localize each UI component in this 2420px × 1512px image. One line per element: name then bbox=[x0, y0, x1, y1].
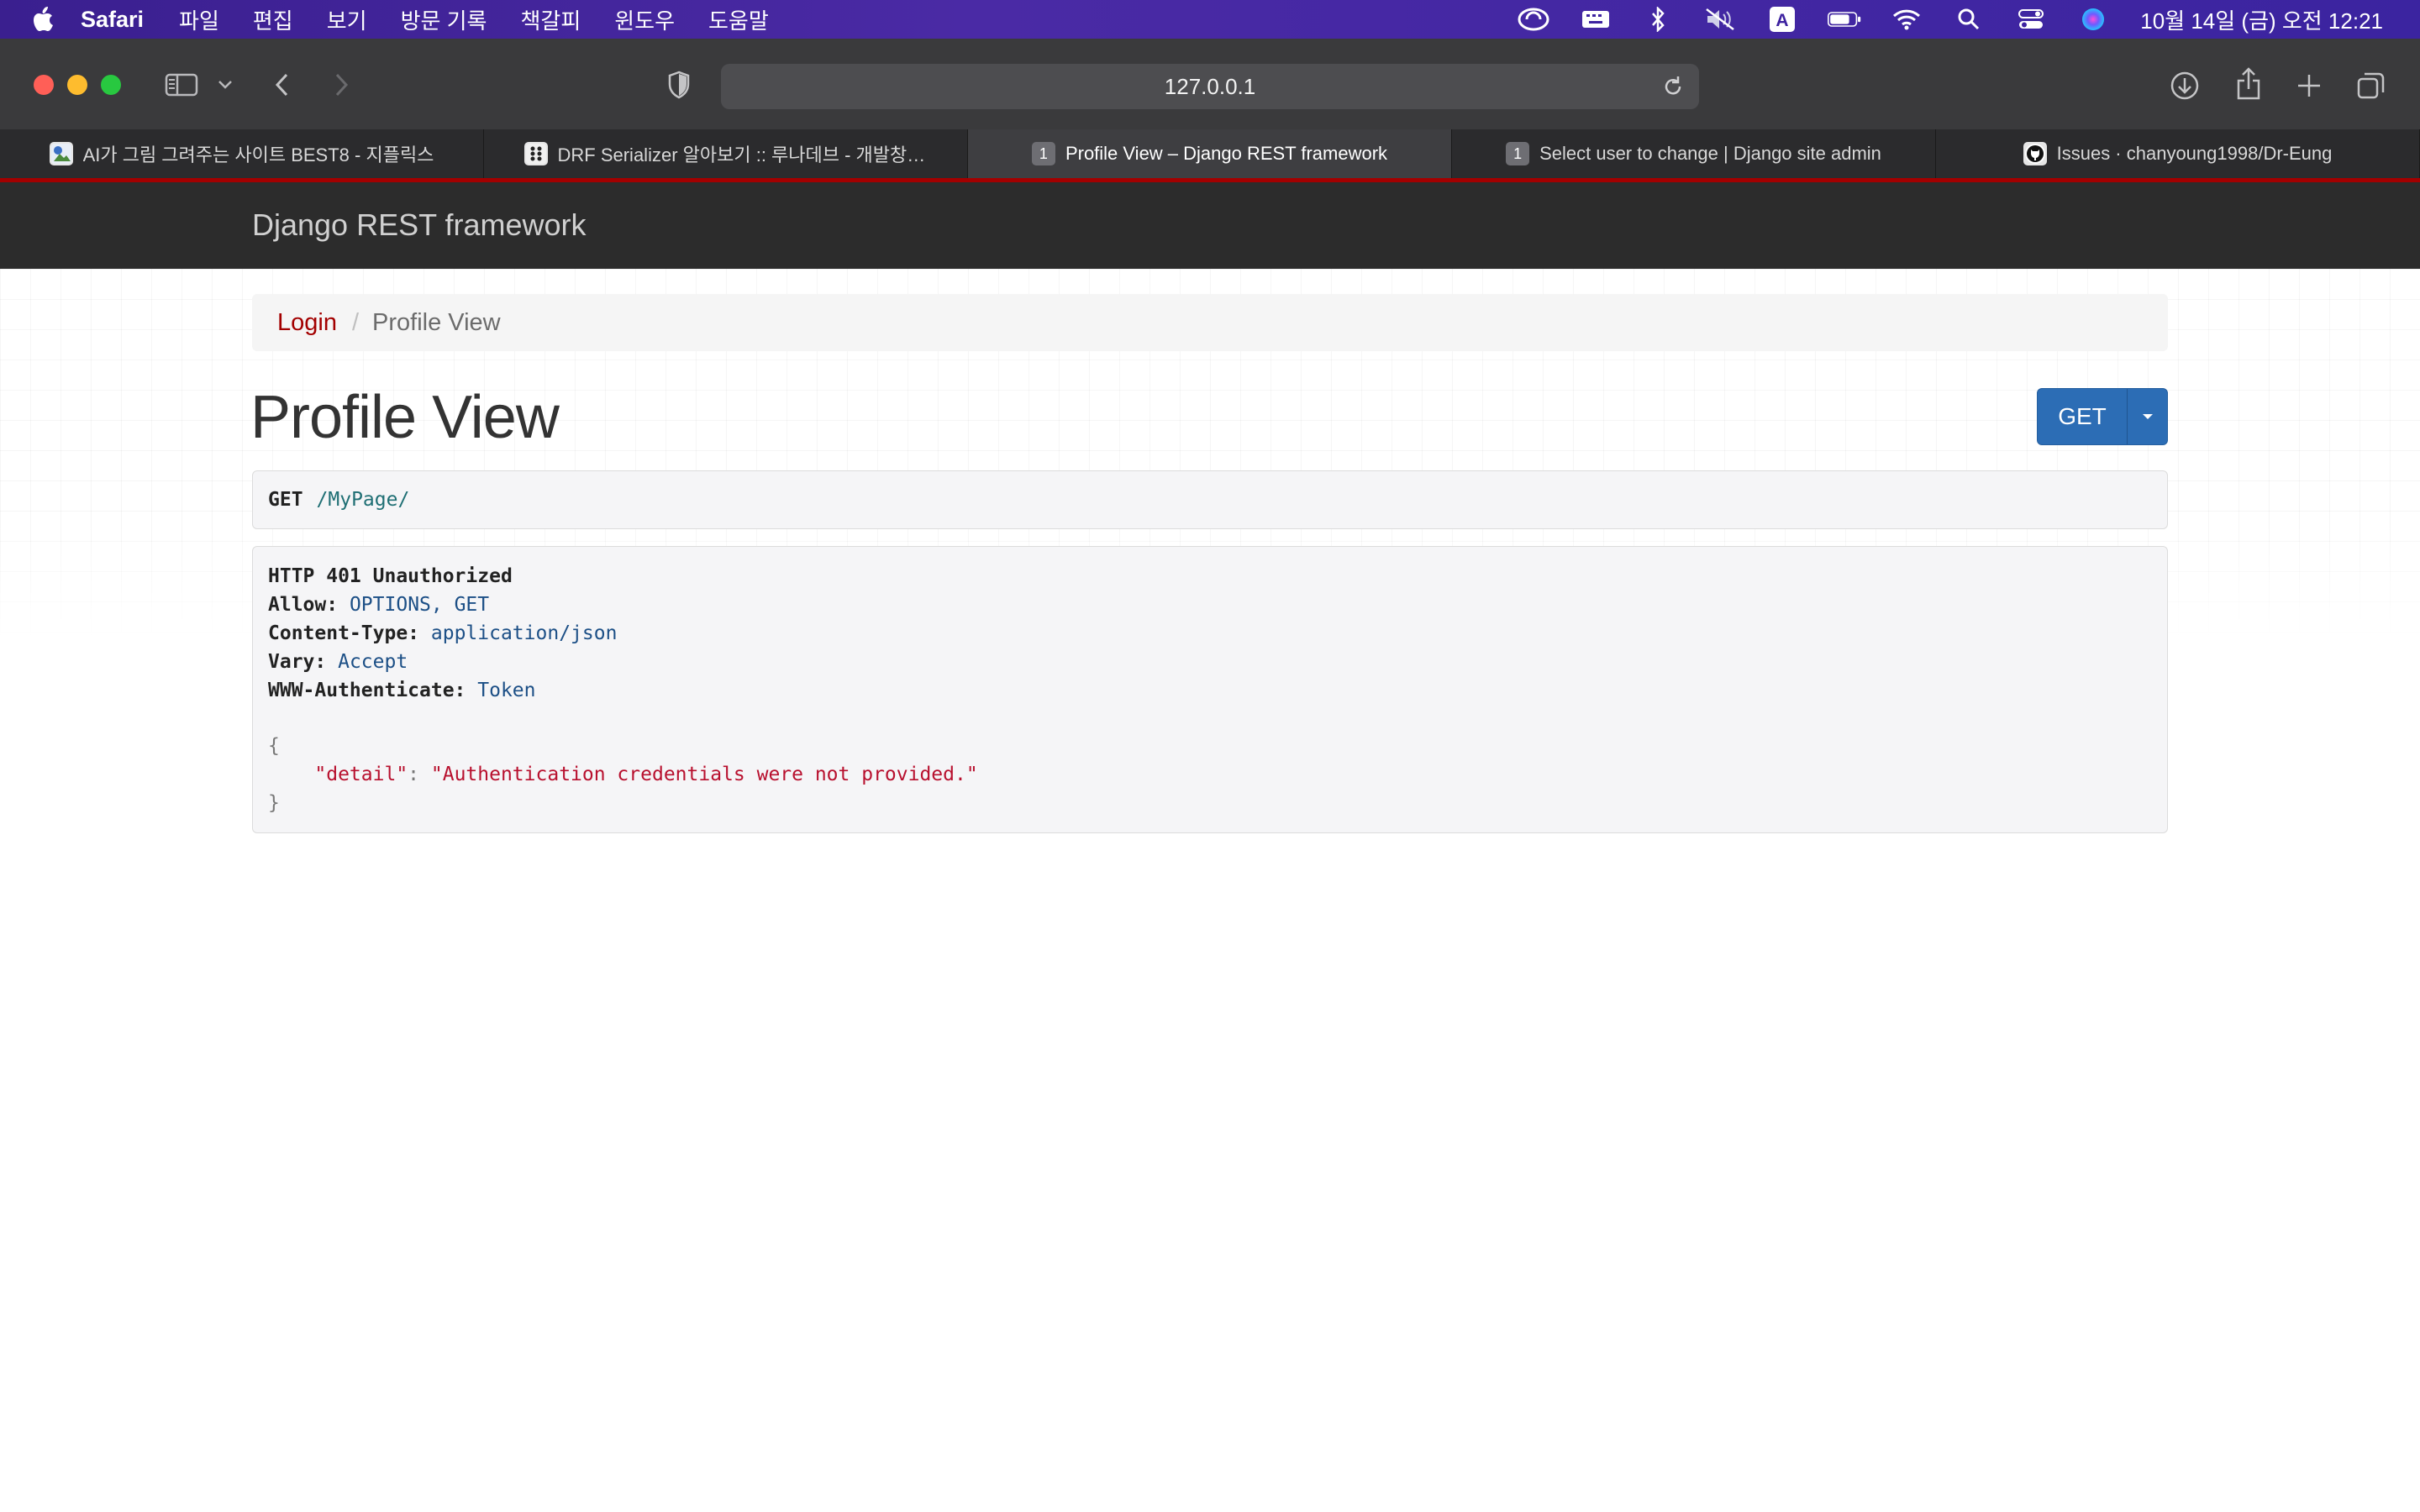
menu-edit[interactable]: 편집 bbox=[253, 4, 293, 35]
bluetooth-icon[interactable] bbox=[1641, 7, 1675, 32]
svg-text:A: A bbox=[1776, 11, 1789, 30]
privacy-shield-icon[interactable] bbox=[666, 69, 692, 101]
share-icon[interactable] bbox=[2232, 66, 2265, 102]
tab-title: DRF Serializer 알아보기 :: 루나데브 - 개발창업… bbox=[557, 144, 928, 165]
tab-title: AI가 그림 그려주는 사이트 BEST8 - 지플릭스 bbox=[82, 144, 434, 165]
response-header: Allow: OPTIONS, GET bbox=[268, 594, 490, 616]
downloads-icon[interactable] bbox=[2168, 69, 2202, 102]
drf-brand-link[interactable]: Django REST framework bbox=[252, 207, 586, 243]
response-body-close: } bbox=[268, 792, 280, 814]
menu-history[interactable]: 방문 기록 bbox=[401, 4, 487, 35]
tab-title: Select user to change | Django site admi… bbox=[1539, 143, 1881, 164]
battery-icon[interactable] bbox=[1828, 7, 1861, 32]
format-dropdown-caret-icon[interactable] bbox=[2128, 389, 2167, 444]
control-center-icon[interactable] bbox=[2014, 7, 2048, 32]
tab-django-admin[interactable]: 1 Select user to change | Django site ad… bbox=[1452, 129, 1936, 178]
response-status: HTTP 401 Unauthorized bbox=[268, 565, 513, 587]
github-icon bbox=[2023, 142, 2047, 165]
zoom-window-button[interactable] bbox=[101, 75, 121, 95]
drf-navbar: Django REST framework bbox=[0, 178, 2420, 269]
input-source-icon[interactable]: A bbox=[1765, 7, 1799, 32]
sidebar-toggle-icon[interactable] bbox=[163, 71, 200, 99]
request-method: GET bbox=[268, 489, 303, 511]
get-button-group: GET bbox=[2037, 388, 2168, 445]
tab-profile-view[interactable]: 1 Profile View – Django REST framework bbox=[968, 129, 1452, 178]
request-path: /MyPage/ bbox=[316, 489, 410, 511]
response-header: Content-Type: application/json bbox=[268, 622, 618, 644]
response-header: Vary: Accept bbox=[268, 651, 408, 673]
app-menu-safari[interactable]: Safari bbox=[81, 7, 144, 33]
url-text: 127.0.0.1 bbox=[1164, 73, 1256, 99]
tab-favicon-icon bbox=[523, 142, 548, 165]
breadcrumb-current: Profile View bbox=[372, 308, 501, 336]
wifi-icon[interactable] bbox=[1890, 7, 1923, 32]
menu-help[interactable]: 도움말 bbox=[708, 4, 769, 35]
creative-cloud-icon[interactable] bbox=[1517, 7, 1550, 32]
menu-bookmarks[interactable]: 책갈피 bbox=[520, 4, 581, 35]
breadcrumb-login-link[interactable]: Login bbox=[277, 309, 337, 337]
menu-bar: Safari 파일 편집 보기 방문 기록 책갈피 윈도우 도움말 A 10월 … bbox=[0, 0, 2420, 39]
request-info: GET /MyPage/ bbox=[252, 470, 2168, 529]
page-background bbox=[0, 269, 2420, 1512]
response-header: WWW-Authenticate: Token bbox=[268, 680, 536, 701]
menu-file[interactable]: 파일 bbox=[179, 4, 219, 35]
response-body-detail: "detail": "Authentication credentials we… bbox=[314, 764, 978, 785]
tab-favicon-icon: 1 bbox=[1506, 142, 1530, 165]
page-title: Profile View bbox=[250, 384, 560, 451]
breadcrumb: Login / Profile View bbox=[252, 294, 2168, 351]
keyboard-icon[interactable] bbox=[1579, 7, 1612, 32]
siri-icon[interactable] bbox=[2076, 7, 2110, 32]
mute-icon[interactable] bbox=[1703, 7, 1737, 32]
close-window-button[interactable] bbox=[34, 75, 54, 95]
forward-icon[interactable] bbox=[328, 71, 355, 99]
tab-favicon-icon: 1 bbox=[1031, 142, 1055, 165]
apple-menu-icon[interactable] bbox=[32, 6, 55, 33]
tab-bar: AI가 그림 그려주는 사이트 BEST8 - 지플릭스 DRF Seriali… bbox=[0, 129, 2420, 178]
tab-favicon-icon bbox=[49, 142, 73, 165]
tab-group-chevron-down-icon[interactable] bbox=[215, 74, 235, 94]
tab-github-issues[interactable]: Issues · chanyoung1998/Dr-Eung bbox=[1936, 129, 2420, 178]
back-icon[interactable] bbox=[269, 71, 296, 99]
response-body-open: { bbox=[268, 735, 280, 757]
minimize-window-button[interactable] bbox=[67, 75, 87, 95]
browser-toolbar: 127.0.0.1 bbox=[0, 39, 2420, 130]
tab-title: Issues · chanyoung1998/Dr-Eung bbox=[2056, 143, 2333, 164]
reload-icon[interactable] bbox=[1660, 74, 1686, 99]
tab-overview-icon[interactable] bbox=[2354, 69, 2388, 102]
tab-title: Profile View – Django REST framework bbox=[1065, 143, 1388, 164]
menubar-clock[interactable]: 10월 14일 (금) 오전 12:21 bbox=[2140, 4, 2383, 35]
menu-view[interactable]: 보기 bbox=[327, 4, 367, 35]
spotlight-icon[interactable] bbox=[1952, 7, 1986, 32]
url-bar[interactable]: 127.0.0.1 bbox=[721, 64, 1699, 109]
menu-window[interactable]: 윈도우 bbox=[614, 4, 675, 35]
new-tab-plus-icon[interactable] bbox=[2292, 69, 2326, 102]
get-button[interactable]: GET bbox=[2038, 389, 2128, 444]
response-info: HTTP 401 Unauthorized Allow: OPTIONS, GE… bbox=[252, 546, 2168, 833]
tab-ai-drawing-sites[interactable]: AI가 그림 그려주는 사이트 BEST8 - 지플릭스 bbox=[0, 129, 484, 178]
tab-drf-serializer[interactable]: DRF Serializer 알아보기 :: 루나데브 - 개발창업… bbox=[484, 129, 968, 178]
breadcrumb-separator: / bbox=[351, 308, 360, 336]
